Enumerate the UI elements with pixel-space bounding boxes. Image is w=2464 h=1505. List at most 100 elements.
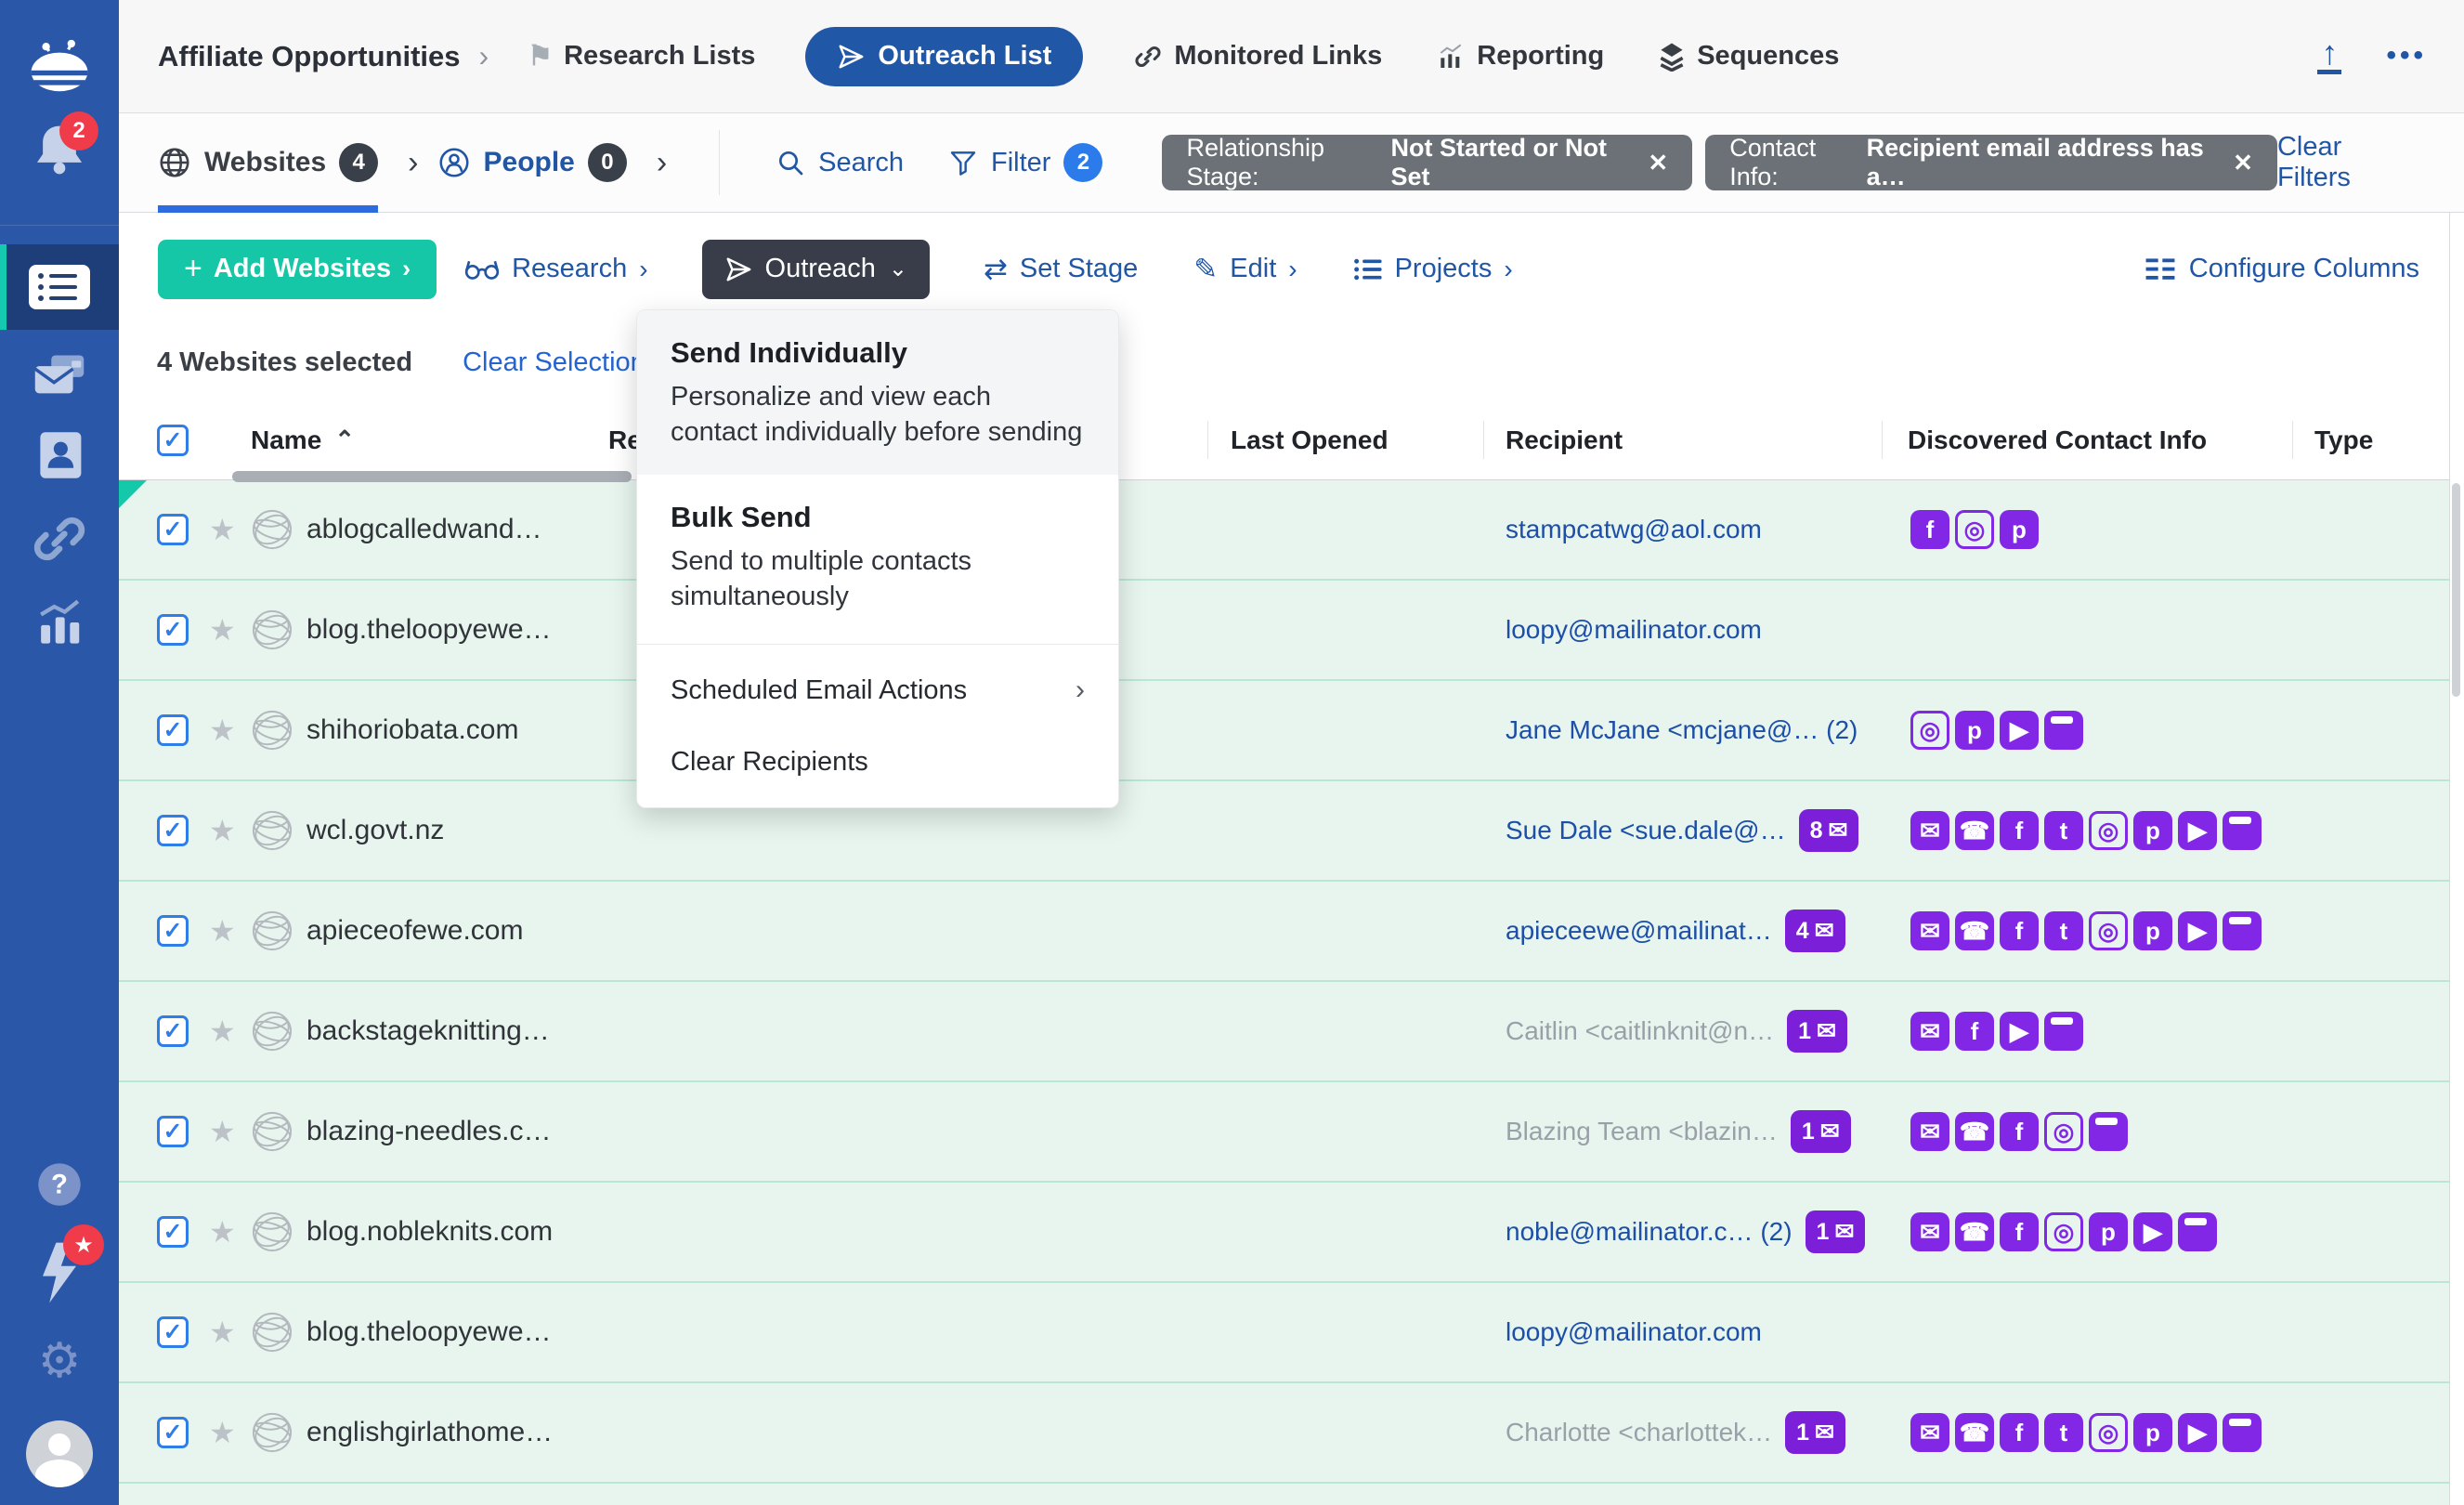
table-row[interactable]: ✓ ★ englishgirlathome… Charlotte <charlotte… (119, 1383, 2449, 1484)
pinterest-icon[interactable]: p (2000, 510, 2039, 549)
phone-icon[interactable]: ☎ (1955, 1112, 1994, 1151)
recipient-link[interactable]: Blazing Team <blazin… (1506, 1117, 1778, 1146)
website-name[interactable]: shihoriobata.com (306, 714, 518, 746)
menu-item-scheduled-email-actions[interactable]: Scheduled Email Actions › (637, 654, 1118, 726)
nav-outreach-list-active[interactable]: Outreach List (805, 27, 1083, 86)
pinterest-icon[interactable]: p (2133, 911, 2172, 950)
recipient-link[interactable]: Charlotte <charlottek… (1506, 1418, 1772, 1447)
notebook-icon[interactable] (2178, 1212, 2217, 1251)
website-name[interactable]: blog.theloopyewe… (306, 1316, 552, 1348)
notifications-bell-icon[interactable]: 2 (0, 106, 119, 190)
recipient-link[interactable]: Sue Dale <sue.dale@… (1506, 816, 1786, 845)
select-all-checkbox[interactable]: ✓ (157, 425, 189, 456)
clear-filters-link[interactable]: Clear Filters (2277, 132, 2410, 193)
sidebar-item-lists-active[interactable] (0, 244, 119, 330)
phone-icon[interactable]: ☎ (1955, 1413, 1994, 1452)
table-row[interactable]: ✓★backstageknitting…Caitlin <caitlinknit… (119, 982, 2449, 1082)
youtube-icon[interactable]: ▶ (2000, 1012, 2039, 1051)
sidebar-item-reports[interactable] (0, 581, 119, 664)
pinterest-icon[interactable]: p (2133, 1413, 2172, 1452)
menu-item-send-individually[interactable]: Send Individually Personalize and view e… (637, 310, 1118, 475)
research-button[interactable]: Research› (464, 254, 647, 284)
notebook-icon[interactable] (2044, 711, 2083, 750)
recipient-link[interactable]: apieceewe@mailinat… (1506, 916, 1772, 946)
website-name[interactable]: englishgirlathome… (306, 1417, 553, 1448)
phone-icon[interactable]: ☎ (1955, 1212, 1994, 1251)
edit-button[interactable]: ✎ Edit› (1193, 253, 1297, 286)
row-checkbox[interactable]: ✓ (157, 514, 189, 545)
website-name[interactable]: wcl.govt.nz (306, 815, 444, 846)
menu-item-bulk-send[interactable]: Bulk Send Send to multiple contacts simu… (637, 475, 1118, 639)
people-chevron-icon[interactable]: › (657, 145, 667, 181)
recipient-link[interactable]: stampcatwg@aol.com (1506, 515, 1762, 544)
clear-selection-link[interactable]: Clear Selection (463, 347, 645, 378)
upgrade-bolt-icon[interactable]: ★ (0, 1226, 119, 1319)
column-header-type[interactable]: Type (2292, 400, 2449, 479)
email-icon[interactable]: ✉ (1910, 1212, 1949, 1251)
menu-item-clear-recipients[interactable]: Clear Recipients (637, 726, 1118, 798)
column-header-discovered[interactable]: Discovered Contact Info (1882, 400, 2292, 479)
website-name[interactable]: apieceofewe.com (306, 915, 523, 947)
recipient-link[interactable]: Caitlin <caitlinknit@n… (1506, 1016, 1774, 1046)
favorite-star-icon[interactable]: ★ (209, 512, 236, 547)
sidebar-item-contacts[interactable] (0, 413, 119, 497)
filter-chip-relationship-stage[interactable]: Relationship Stage: Not Started or Not S… (1162, 135, 1692, 190)
instagram-icon[interactable]: ◎ (2044, 1212, 2083, 1251)
sidebar-item-inbox[interactable] (0, 330, 119, 413)
user-avatar[interactable] (0, 1403, 119, 1505)
notebook-icon[interactable] (2223, 911, 2262, 950)
buzzstream-logo-icon[interactable] (0, 26, 119, 106)
nav-sequences[interactable]: Sequences (1658, 41, 1839, 72)
website-name[interactable]: blazing-needles.c… (306, 1116, 551, 1147)
table-row[interactable]: ✓★blog.nobleknits.comnoble@mailinator.c…… (119, 1183, 2449, 1283)
recipient-link[interactable]: loopy@mailinator.com (1506, 1317, 1762, 1347)
row-checkbox[interactable]: ✓ (157, 1216, 189, 1248)
facebook-icon[interactable]: f (2000, 1212, 2039, 1251)
facebook-icon[interactable]: f (2000, 1112, 2039, 1151)
facebook-icon[interactable]: f (1910, 510, 1949, 549)
notebook-icon[interactable] (2089, 1112, 2128, 1151)
table-row[interactable]: ✓★shihoriobata.comJane McJane <mcjane@… … (119, 681, 2449, 781)
favorite-star-icon[interactable]: ★ (209, 1014, 236, 1049)
row-checkbox[interactable]: ✓ (157, 1417, 189, 1448)
phone-icon[interactable]: ☎ (1955, 811, 1994, 850)
filter-button[interactable]: Filter 2 (948, 143, 1102, 182)
youtube-icon[interactable]: ▶ (2000, 711, 2039, 750)
favorite-star-icon[interactable]: ★ (209, 1114, 236, 1149)
column-header-recipient[interactable]: Recipient (1483, 400, 1882, 479)
favorite-star-icon[interactable]: ★ (209, 1214, 236, 1250)
email-icon[interactable]: ✉ (1910, 811, 1949, 850)
website-name[interactable]: ablogcalledwand… (306, 514, 542, 545)
email-icon[interactable]: ✉ (1910, 1112, 1949, 1151)
vertical-scrollbar-thumb[interactable] (2452, 483, 2460, 697)
more-menu-icon[interactable]: ••• (2386, 40, 2427, 72)
row-checkbox[interactable]: ✓ (157, 815, 189, 846)
row-checkbox[interactable]: ✓ (157, 1316, 189, 1348)
facebook-icon[interactable]: f (2000, 1413, 2039, 1452)
add-websites-button[interactable]: + Add Websites › (158, 240, 437, 299)
instagram-icon[interactable]: ◎ (1955, 510, 1994, 549)
pinterest-icon[interactable]: p (2089, 1212, 2128, 1251)
youtube-icon[interactable]: ▶ (2178, 1413, 2217, 1452)
pinterest-icon[interactable]: p (1955, 711, 1994, 750)
facebook-icon[interactable]: f (2000, 911, 2039, 950)
chip-close-icon[interactable]: ✕ (1648, 149, 1668, 177)
instagram-icon[interactable]: ◎ (2089, 811, 2128, 850)
table-row[interactable]: ✓★blog.theloopyewe…loopy@mailinator.com (119, 1283, 2449, 1383)
youtube-icon[interactable]: ▶ (2133, 1212, 2172, 1251)
chip-close-icon[interactable]: ✕ (2233, 149, 2253, 177)
row-checkbox[interactable]: ✓ (157, 1015, 189, 1047)
projects-button[interactable]: Projects› (1353, 254, 1513, 284)
breadcrumb[interactable]: Affiliate Opportunities (158, 40, 461, 73)
configure-columns-button[interactable]: Configure Columns (2145, 254, 2419, 284)
nav-research-lists[interactable]: ⚑ Research Lists (528, 40, 755, 72)
set-stage-button[interactable]: ⇄ Set Stage (984, 253, 1138, 286)
favorite-star-icon[interactable]: ★ (209, 1415, 236, 1450)
table-row[interactable]: ✓★apieceofewe.comapieceewe@mailinat…4✉✉☎… (119, 882, 2449, 982)
table-row[interactable]: ✓★blog.theloopyewe…loopy@mailinator.com (119, 581, 2449, 681)
email-icon[interactable]: ✉ (1910, 1012, 1949, 1051)
table-row[interactable]: ✓★blazing-needles.c…Blazing Team <blazin… (119, 1082, 2449, 1183)
youtube-icon[interactable]: ▶ (2178, 911, 2217, 950)
twitter-icon[interactable]: t (2044, 911, 2083, 950)
nav-monitored-links[interactable]: Monitored Links (1133, 41, 1382, 72)
